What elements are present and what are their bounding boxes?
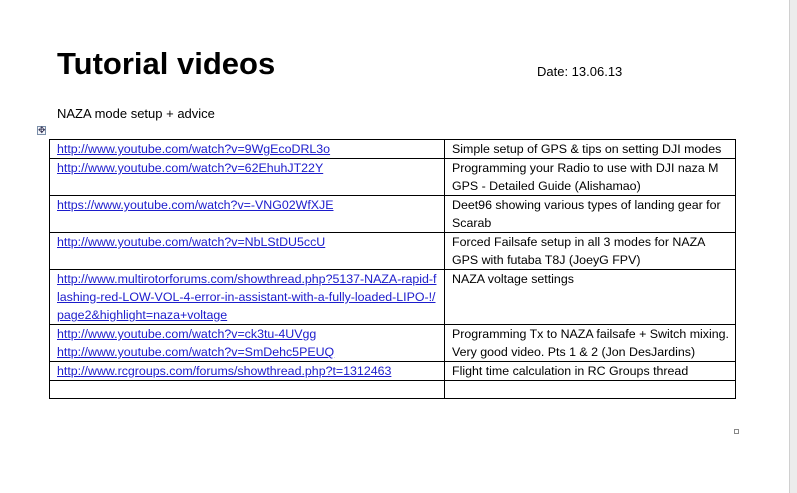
description-cell: Forced Failsafe setup in all 3 modes for… xyxy=(444,232,736,270)
video-links-table: http://www.youtube.com/watch?v=9WgEcoDRL… xyxy=(49,139,736,399)
video-link[interactable]: http://www.youtube.com/watch?v=62EhuhJT2… xyxy=(57,160,438,178)
video-description: Simple setup of GPS & tips on setting DJ… xyxy=(452,142,722,156)
description-cell: Flight time calculation in RC Groups thr… xyxy=(444,361,736,381)
description-cell: NAZA voltage settings xyxy=(444,269,736,325)
description-cell: Simple setup of GPS & tips on setting DJ… xyxy=(444,139,736,159)
video-link[interactable]: http://www.rcgroups.com/forums/showthrea… xyxy=(57,363,438,380)
table-row: http://www.rcgroups.com/forums/showthrea… xyxy=(49,361,736,381)
table-row: http://www.youtube.com/watch?v=ck3tu-4UV… xyxy=(49,324,736,362)
video-description: Forced Failsafe setup in all 3 modes for… xyxy=(452,235,705,267)
link-cell: http://www.youtube.com/watch?v=9WgEcoDRL… xyxy=(49,139,445,159)
video-description: Flight time calculation in RC Groups thr… xyxy=(452,364,689,378)
table-resize-handle[interactable] xyxy=(734,429,739,434)
table-row: http://www.youtube.com/watch?v=NbLStDU5c… xyxy=(49,232,736,270)
link-cell: http://www.youtube.com/watch?v=NbLStDU5c… xyxy=(49,232,445,270)
table-row-empty xyxy=(49,380,736,399)
video-link[interactable]: http://www.multirotorforums.com/showthre… xyxy=(57,271,438,324)
video-link[interactable]: http://www.youtube.com/watch?v=NbLStDU5c… xyxy=(57,234,438,252)
video-link[interactable]: http://www.youtube.com/watch?v=ck3tu-4UV… xyxy=(57,326,438,344)
video-link[interactable]: http://www.youtube.com/watch?v=9WgEcoDRL… xyxy=(57,141,438,158)
video-description: NAZA voltage settings xyxy=(452,272,574,286)
video-description: Programming Tx to NAZA failsafe + Switch… xyxy=(452,327,729,359)
table-row: http://www.youtube.com/watch?v=9WgEcoDRL… xyxy=(49,139,736,159)
link-cell: https://www.youtube.com/watch?v=-VNG02Wf… xyxy=(49,195,445,233)
video-link[interactable]: https://www.youtube.com/watch?v=-VNG02Wf… xyxy=(57,197,438,215)
description-cell: Programming your Radio to use with DJI n… xyxy=(444,158,736,196)
description-cell: Programming Tx to NAZA failsafe + Switch… xyxy=(444,324,736,362)
page-title: Tutorial videos xyxy=(57,46,276,81)
video-link[interactable]: http://www.youtube.com/watch?v=SmDehc5PE… xyxy=(57,343,438,361)
link-cell: http://www.rcgroups.com/forums/showthrea… xyxy=(49,361,445,381)
table-row: http://www.youtube.com/watch?v=62EhuhJT2… xyxy=(49,158,736,196)
link-cell: http://www.multirotorforums.com/showthre… xyxy=(49,269,445,325)
empty-cell[interactable] xyxy=(444,380,736,399)
table-move-handle-icon[interactable]: ✥ xyxy=(37,126,46,135)
table-row: https://www.youtube.com/watch?v=-VNG02Wf… xyxy=(49,195,736,233)
video-description: Programming your Radio to use with DJI n… xyxy=(452,161,719,193)
table-row: http://www.multirotorforums.com/showthre… xyxy=(49,269,736,325)
page-edge-scroll-area xyxy=(789,0,797,493)
link-cell: http://www.youtube.com/watch?v=62EhuhJT2… xyxy=(49,158,445,196)
section-heading: NAZA mode setup + advice xyxy=(57,106,215,121)
empty-cell[interactable] xyxy=(49,380,445,399)
video-description: Deet96 showing various types of landing … xyxy=(452,198,721,230)
link-cell: http://www.youtube.com/watch?v=ck3tu-4UV… xyxy=(49,324,445,362)
description-cell: Deet96 showing various types of landing … xyxy=(444,195,736,233)
document-date: Date: 13.06.13 xyxy=(537,64,623,79)
